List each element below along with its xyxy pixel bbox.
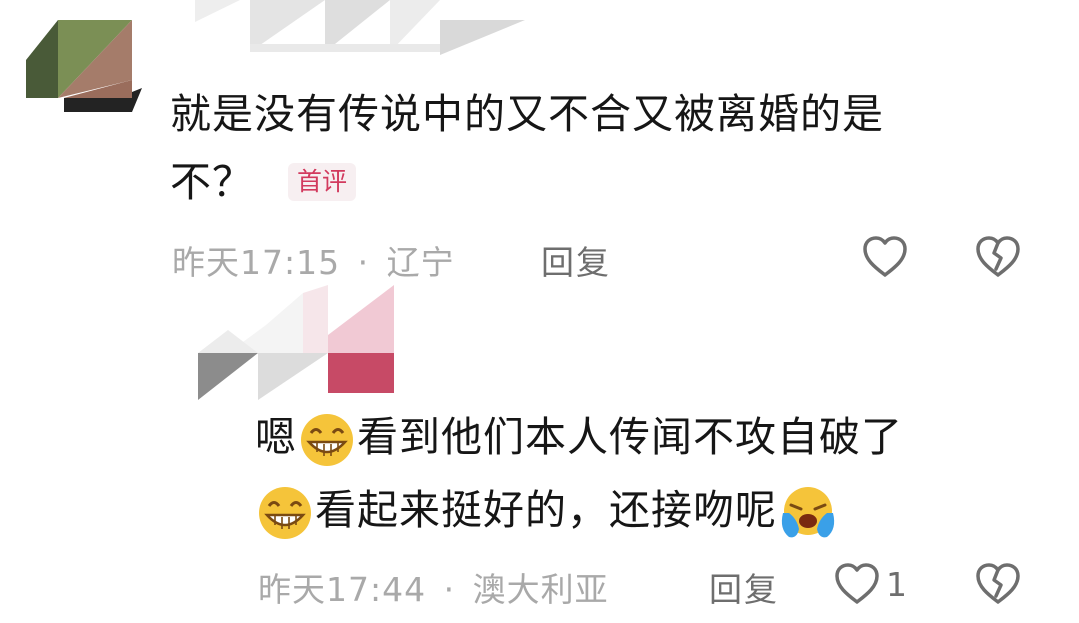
meta-separator: · (357, 243, 370, 282)
avatar[interactable] (198, 285, 398, 400)
comment-time: 昨天17:44 (258, 570, 427, 609)
comment-location: 辽宁 (386, 243, 455, 282)
comment-time: 昨天17:15 (172, 243, 341, 282)
like-count: 1 (886, 564, 907, 604)
grinning-face-icon (259, 487, 311, 539)
comment-text-line: 看到他们本人传闻不攻自破了 (357, 413, 903, 461)
comment-text-line: 就是没有传说中的又不合又被离婚的是 (170, 90, 884, 138)
comment-location: 澳大利亚 (472, 570, 609, 609)
comment-text-line: 不？ (170, 158, 254, 206)
comment-meta: 昨天17:44 · 澳大利亚 (258, 563, 609, 611)
heart-icon (835, 563, 879, 604)
comment-text-prefix: 嗯 (255, 413, 297, 461)
broken-heart-icon (976, 563, 1020, 604)
comment-text-line: 看起来挺好的，还接吻呢 (315, 486, 777, 534)
crying-face-icon (781, 487, 835, 538)
dislike-button[interactable] (975, 563, 1021, 605)
comment-text: 嗯 看到他们本人传闻不攻自破了 (255, 405, 903, 469)
username[interactable] (195, 0, 525, 55)
dislike-button[interactable] (975, 236, 1021, 278)
comment-text: 不？ (170, 150, 254, 214)
broken-heart-icon (976, 236, 1020, 277)
like-button[interactable]: 1 (834, 563, 907, 605)
comment-meta: 昨天17:15 · 辽宁 (172, 236, 455, 284)
meta-separator: · (443, 570, 456, 609)
reply-button[interactable]: 回复 (541, 236, 611, 284)
first-comment-badge: 首评 (288, 163, 357, 201)
comment-text: 就是没有传说中的又不合又被离婚的是 (170, 82, 884, 146)
like-button[interactable] (862, 236, 914, 278)
grinning-face-icon (301, 414, 353, 466)
heart-icon (863, 236, 907, 277)
comment-text: 看起来挺好的，还接吻呢 (255, 478, 839, 542)
reply-button[interactable]: 回复 (709, 563, 779, 611)
avatar[interactable] (22, 18, 142, 113)
